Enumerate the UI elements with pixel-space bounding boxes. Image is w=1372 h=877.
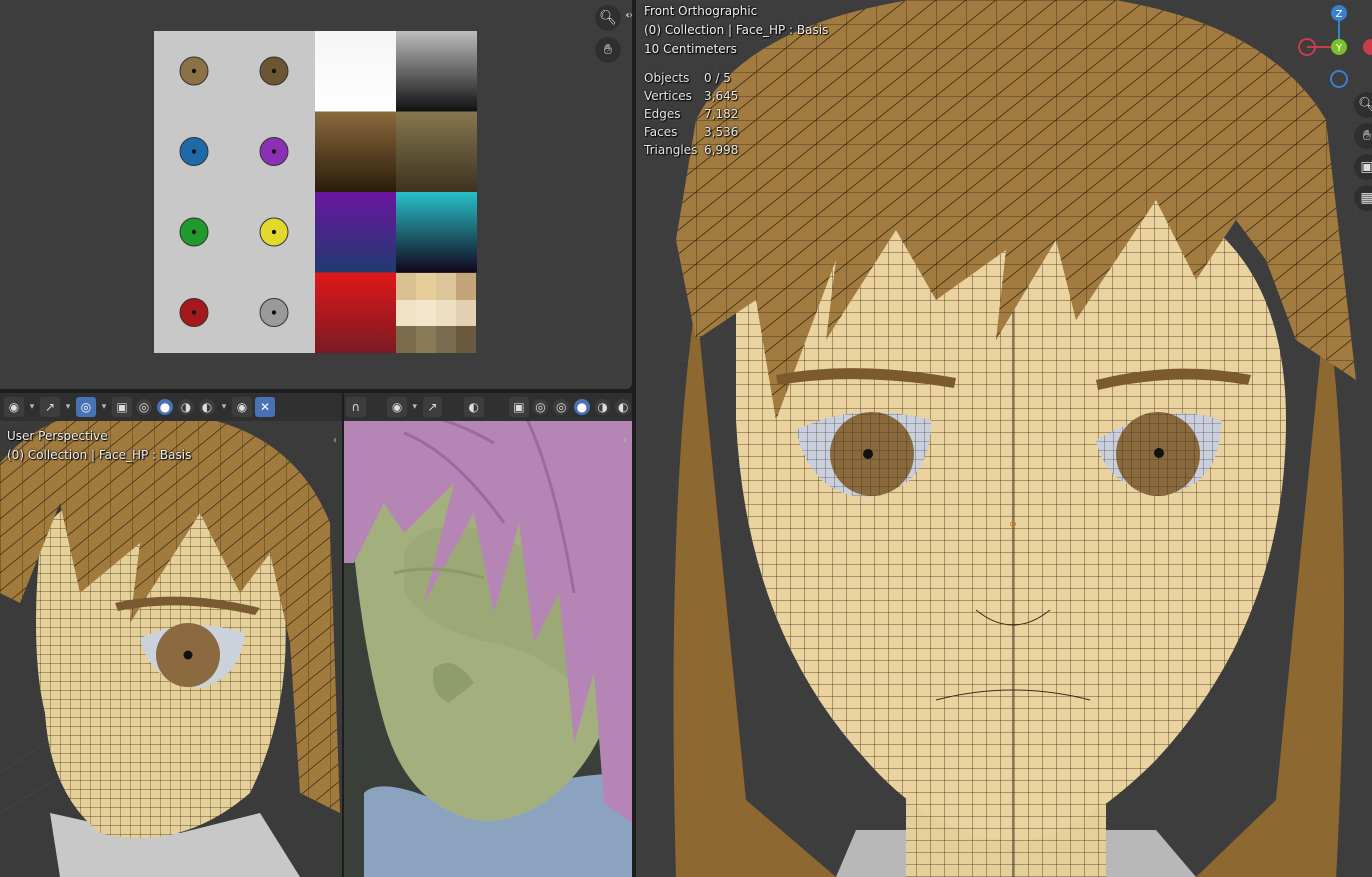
stat-row-vertices: Vertices 3,645	[644, 87, 738, 105]
pupil-dot	[191, 229, 197, 235]
gradient-tile	[315, 111, 396, 192]
gradient-tile	[396, 31, 477, 112]
pupil-dot	[191, 310, 197, 315]
solid-shading-icon[interactable]: ◎	[553, 399, 570, 415]
view-name-label: Front Orthographic	[644, 4, 758, 18]
chevron-down-icon[interactable]: ▾	[219, 402, 229, 412]
gizmo-x-axis[interactable]	[1363, 39, 1372, 55]
gizmo-y-label: Y	[1335, 43, 1343, 54]
gizmo-icon[interactable]: ↗	[40, 397, 60, 417]
navigation-gizmo[interactable]: Z Y	[1296, 0, 1372, 92]
visibility-eye-icon[interactable]: ◉	[4, 397, 24, 417]
viewport-right[interactable]: Front Orthographic (0) Collection | Face…	[636, 0, 1372, 877]
material-shading-icon[interactable]: ◑	[178, 399, 194, 415]
collection-label: (0) Collection | Face_HP : Basis	[644, 23, 829, 37]
collection-label: (0) Collection | Face_HP : Basis	[7, 448, 192, 462]
wireframe-shading-icon[interactable]: ◎	[136, 399, 152, 415]
chevron-down-icon[interactable]: ▾	[410, 402, 420, 412]
scale-label: 10 Centimeters	[644, 42, 737, 56]
stat-value: 3,645	[704, 89, 739, 103]
stat-value: 7,182	[704, 107, 739, 121]
material-shading-icon[interactable]: ●	[574, 399, 590, 415]
gradient-tile	[315, 192, 396, 273]
area-split-icon[interactable]: ‹›	[625, 10, 633, 21]
rendered-shading-icon[interactable]: ◐	[199, 399, 215, 415]
pupil-dot	[191, 68, 197, 74]
overlays-icon[interactable]: ◎	[76, 397, 96, 417]
pupil-dot	[271, 310, 277, 315]
solid-shading-icon[interactable]: ●	[157, 399, 173, 415]
gradient-tile	[396, 111, 477, 192]
image-editor-area[interactable]: 🔍︎ ✋︎ ‹	[0, 0, 632, 389]
viewport-middle[interactable]: ∩ ◉ ▾ ↗ ◐ ▣ ◎ ◎ ● ◑ ◐ ‹	[344, 393, 632, 877]
viewport-left[interactable]: ◉ ▾ ↗ ▾ ◎ ▾ ▣ ◎ ● ◑ ◐ ▾ ◉ ✕ User Perspectiv…	[0, 393, 342, 877]
collection-toggle-icon[interactable]: ✕	[255, 397, 275, 417]
stat-label: Edges	[644, 107, 681, 121]
head-model-front-view	[636, 0, 1372, 877]
gizmo-icon[interactable]: ↗	[422, 397, 443, 417]
chevron-down-icon[interactable]: ▾	[99, 402, 109, 412]
sidebar-toggle-icon[interactable]: ‹	[333, 435, 337, 446]
stat-value: 0 / 5	[704, 71, 731, 85]
zoom-icon[interactable]: 🔍︎	[595, 5, 621, 31]
image-texture-canvas	[154, 31, 477, 353]
rendered-shading-2-icon[interactable]: ◐	[615, 399, 632, 415]
pupil-dot	[191, 149, 197, 154]
pupil-dot	[271, 149, 277, 154]
gradient-tile	[396, 192, 477, 273]
head-model-wireframe-view	[0, 393, 342, 877]
sidebar-toggle-icon[interactable]: ‹	[623, 435, 627, 446]
stat-label: Faces	[644, 125, 678, 139]
stat-row-edges: Edges 7,182	[644, 105, 738, 123]
object-visibility-icon[interactable]: ◉	[232, 397, 252, 417]
chevron-down-icon[interactable]: ▾	[27, 402, 37, 412]
wireframe-shading-icon[interactable]: ◎	[532, 399, 549, 415]
stat-label: Objects	[644, 71, 690, 85]
chevron-down-icon[interactable]: ▾	[63, 402, 73, 412]
gradient-tile	[315, 31, 396, 112]
stat-label: Triangles	[644, 143, 698, 157]
xray-toggle-icon[interactable]: ▣	[509, 397, 529, 417]
pupil-dot	[271, 68, 277, 74]
view-name-label: User Perspective	[7, 429, 108, 443]
viewport-middle-header: ∩ ◉ ▾ ↗ ◐ ▣ ◎ ◎ ● ◑ ◐	[344, 393, 632, 421]
curve-falloff-icon[interactable]: ∩	[346, 397, 366, 417]
gradient-tile	[315, 272, 396, 353]
xray-toggle-icon[interactable]: ▣	[112, 397, 132, 417]
stat-row-objects: Objects 0 / 5	[644, 69, 738, 87]
head-model-shaded-view	[344, 393, 632, 877]
stat-value: 3,536	[704, 125, 739, 139]
visibility-eye-icon[interactable]: ◉	[387, 397, 407, 417]
stat-label: Vertices	[644, 89, 692, 103]
scene-statistics: Objects 0 / 5 Vertices 3,645 Edges 7,182 Fa…	[644, 69, 738, 159]
gizmo-z-label: Z	[1336, 9, 1343, 20]
overlays-icon[interactable]: ◐	[463, 397, 484, 417]
skin-tone-palette	[396, 273, 476, 353]
blender-window: 🔍︎ ✋︎ ‹ ◉ ▾ ↗ ▾ ◎ ▾ ▣ ◎ ● ◑ ◐ ▾ ◉ ✕ User…	[0, 0, 1372, 877]
pupil-dot	[271, 229, 277, 235]
pan-hand-icon[interactable]: ✋︎	[595, 37, 621, 63]
stat-row-faces: Faces 3,536	[644, 123, 738, 141]
stat-row-triangles: Triangles 6,998	[644, 141, 738, 159]
stat-value: 6,998	[704, 143, 739, 157]
gizmo-neg-z-axis[interactable]	[1330, 70, 1348, 88]
rendered-shading-icon[interactable]: ◑	[594, 399, 611, 415]
viewport-left-header: ◉ ▾ ↗ ▾ ◎ ▾ ▣ ◎ ● ◑ ◐ ▾ ◉ ✕	[0, 393, 342, 421]
